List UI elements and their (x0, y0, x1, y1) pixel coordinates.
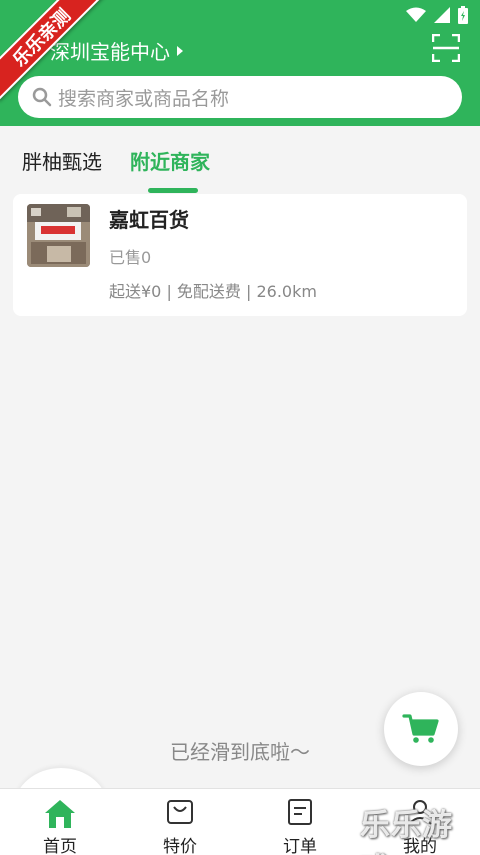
location-label: 深圳宝能中心 (50, 40, 170, 64)
signal-icon (434, 7, 450, 23)
tab-bar: 胖柚甄选 附近商家 (0, 126, 480, 193)
watermark: 乐乐游戏 (360, 808, 453, 855)
battery-icon (458, 6, 468, 24)
cart-button[interactable] (384, 692, 458, 766)
search-bar[interactable]: 搜索商家或商品名称 (18, 76, 462, 118)
wifi-icon (406, 7, 426, 22)
nav-specials-label[interactable]: 特价 (140, 832, 220, 855)
active-tab-indicator (148, 188, 198, 193)
store-name: 嘉虹百货 (109, 208, 189, 232)
tab-curated[interactable]: 胖柚甄选 (22, 146, 102, 175)
location-selector[interactable]: 深圳宝能中心 (50, 36, 184, 65)
order-list-icon (288, 799, 312, 825)
tab-nearby-merchants[interactable]: 附近商家 (130, 146, 210, 175)
store-card[interactable]: 嘉虹百货 已售0 起送¥0 | 免配送费 | 26.0km (13, 194, 467, 316)
nav-orders-label[interactable]: 订单 (260, 832, 340, 855)
search-icon (32, 87, 52, 107)
search-placeholder: 搜索商家或商品名称 (58, 87, 230, 110)
cart-icon (402, 714, 439, 743)
shopping-bag-icon (167, 800, 193, 824)
store-sold-count: 已售0 (109, 248, 152, 267)
status-icons (406, 6, 468, 24)
home-icon (45, 800, 75, 828)
nav-home-label[interactable]: 首页 (20, 832, 100, 855)
scan-icon[interactable] (432, 34, 460, 62)
store-delivery-info: 起送¥0 | 免配送费 | 26.0km (109, 282, 317, 301)
nav-specials[interactable] (140, 798, 220, 830)
nav-orders[interactable] (260, 798, 340, 830)
nav-home[interactable] (20, 798, 100, 834)
caret-right-icon (177, 45, 183, 56)
store-thumbnail (27, 204, 90, 267)
